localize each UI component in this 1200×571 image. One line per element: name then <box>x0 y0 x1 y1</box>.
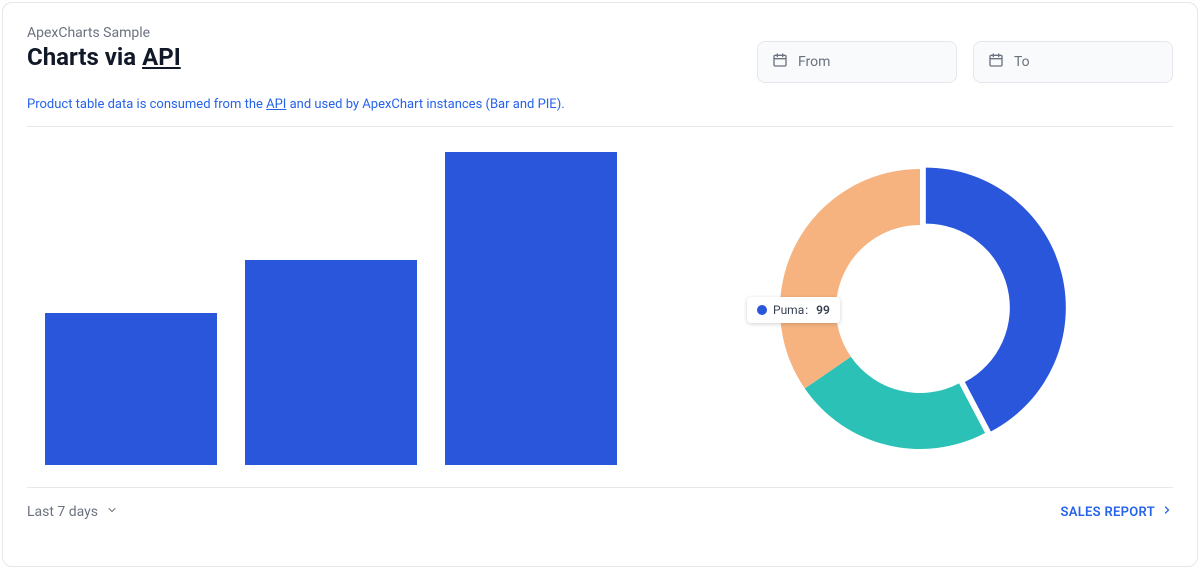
chart-tooltip: Puma 99 <box>747 297 840 323</box>
date-from-input[interactable]: From <box>757 41 957 83</box>
date-range-pickers: From To <box>757 41 1173 83</box>
title-prefix: Charts via <box>27 43 142 71</box>
date-to-placeholder: To <box>1014 54 1030 70</box>
bar-0[interactable] <box>45 313 217 465</box>
header-divider <box>27 126 1173 127</box>
sales-report-label: SALES REPORT <box>1061 505 1155 520</box>
bar-plot <box>45 149 617 465</box>
subtitle-pre: Product table data is consumed from the <box>27 97 266 112</box>
bar-1[interactable] <box>245 260 417 465</box>
charts-row: Puma 99 <box>27 139 1173 479</box>
chevron-down-icon <box>106 504 118 520</box>
calendar-icon <box>988 52 1004 72</box>
page-title: Charts via API <box>27 43 757 71</box>
supertitle: ApexCharts Sample <box>27 25 757 41</box>
card-header: ApexCharts Sample Charts via API From To <box>27 25 1173 83</box>
chart-card: ApexCharts Sample Charts via API From To… <box>2 2 1198 567</box>
tooltip-marker <box>757 305 767 315</box>
card-footer: Last 7 days SALES REPORT <box>27 488 1173 520</box>
sales-report-link[interactable]: SALES REPORT <box>1061 504 1173 520</box>
donut-slice-Teal[interactable] <box>805 357 985 449</box>
chevron-right-icon <box>1161 504 1173 520</box>
bar-2[interactable] <box>445 152 617 465</box>
subtitle-post: and used by ApexChart instances (Bar and… <box>286 97 564 112</box>
date-to-input[interactable]: To <box>973 41 1173 83</box>
donut-chart: Puma 99 <box>667 139 1173 479</box>
header-titles: ApexCharts Sample Charts via API <box>27 25 757 71</box>
date-from-placeholder: From <box>798 54 830 70</box>
donut-slice-Orange[interactable] <box>780 169 920 389</box>
tooltip-value: 99 <box>816 303 830 317</box>
calendar-icon <box>772 52 788 72</box>
range-dropdown[interactable]: Last 7 days <box>27 504 118 520</box>
subtitle: Product table data is consumed from the … <box>27 97 1173 112</box>
title-api-word: API <box>142 43 181 71</box>
bar-chart <box>27 139 667 479</box>
range-label: Last 7 days <box>27 504 98 520</box>
api-link[interactable]: API <box>266 97 286 112</box>
tooltip-label: Puma <box>773 303 808 317</box>
